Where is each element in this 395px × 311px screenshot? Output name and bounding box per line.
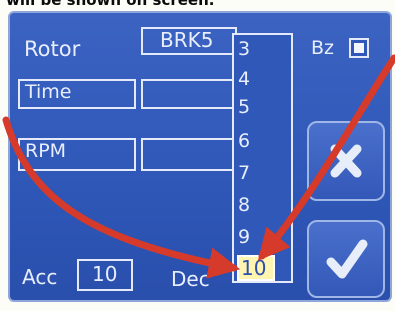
acc-label: Acc [22, 265, 58, 289]
caption-text: will be shown on screen. [6, 0, 215, 9]
rpm-label: RPM [18, 138, 136, 171]
bz-label: Bz [311, 37, 335, 59]
confirm-button[interactable] [307, 220, 385, 298]
acc-value: 10 [92, 264, 118, 284]
dropdown-option[interactable]: 5 [238, 97, 250, 117]
rotor-label: Rotor [24, 37, 81, 61]
dropdown-option[interactable]: 9 [238, 227, 250, 247]
rotor-value: BRK5 [160, 30, 214, 50]
dropdown-option[interactable]: 6 [238, 131, 250, 151]
time-field[interactable] [141, 79, 235, 109]
dropdown-option[interactable]: 7 [238, 163, 250, 183]
dropdown-option[interactable]: 3 [238, 39, 250, 59]
time-label: Time [18, 79, 136, 109]
dropdown-option-selected[interactable]: 10 [237, 255, 275, 281]
dec-dropdown-list[interactable]: 3 4 5 6 7 8 9 10 [232, 33, 293, 283]
x-icon [330, 144, 362, 178]
bz-checkbox[interactable] [349, 38, 369, 58]
dec-label: Dec [171, 267, 210, 291]
settings-panel: Rotor BRK5 Bz Time RPM Acc 10 Dec 3 4 5 … [8, 11, 392, 302]
dropdown-option[interactable]: 8 [238, 195, 250, 215]
checkbox-fill [354, 43, 364, 53]
checkmark-icon [326, 239, 368, 279]
cancel-button[interactable] [307, 121, 385, 201]
dropdown-option[interactable]: 4 [238, 69, 250, 89]
rpm-field[interactable] [141, 138, 235, 171]
